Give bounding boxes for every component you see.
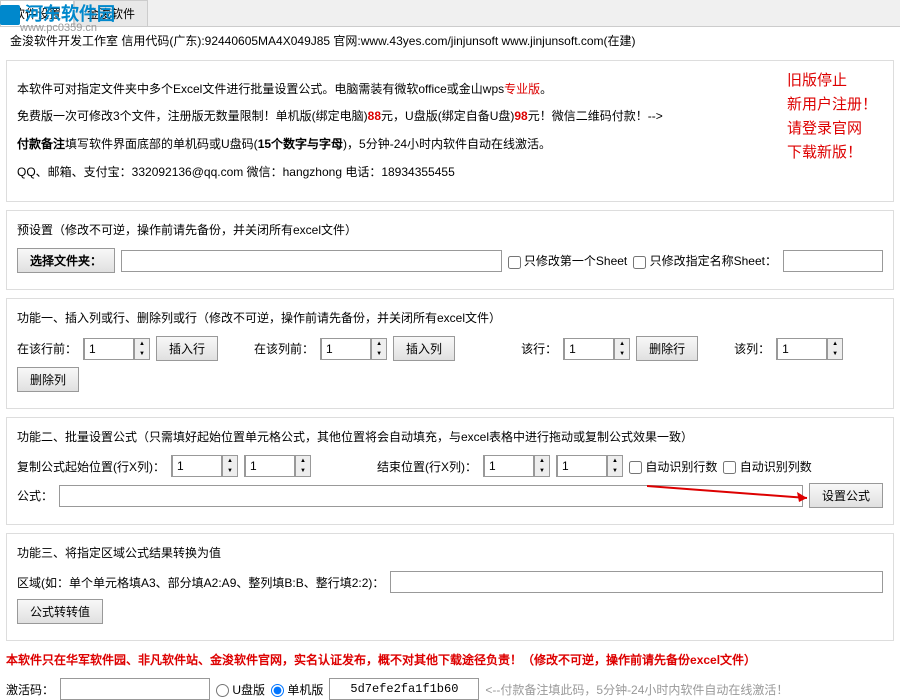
spin-down-icon[interactable]: ▼ <box>223 466 237 476</box>
header-company-info: 金浚软件开发工作室 信用代码(广东):92440605MA4X049J85 官网… <box>0 27 900 56</box>
preset-title: 预设置（修改不可逆，操作前请先备份，并关闭所有excel文件） <box>17 221 883 238</box>
notice-line-4: QQ、邮箱、支付宝：332092136@qq.com 微信：hangzhong … <box>17 162 883 184</box>
cb-named-sheet-label[interactable]: 只修改指定名称Sheet： <box>633 252 777 269</box>
cb-auto-cols[interactable] <box>723 461 736 474</box>
func3-section: 功能三、将指定区域公式结果转换为值 区域(如：单个单元格填A3、部分填A2:A9… <box>6 533 894 641</box>
machine-code-display[interactable] <box>329 678 479 700</box>
activation-code-input[interactable] <box>60 678 210 700</box>
spin-down-icon[interactable]: ▼ <box>296 466 310 476</box>
del-col-spinner[interactable]: ▲▼ <box>776 338 843 360</box>
end-col-spinner[interactable]: ▲▼ <box>556 455 623 477</box>
spin-down-icon[interactable]: ▼ <box>535 466 549 476</box>
func1-section: 功能一、插入列或行、删除列或行（修改不可逆，操作前请先备份，并关闭所有excel… <box>6 298 894 409</box>
preset-section: 预设置（修改不可逆，操作前请先备份，并关闭所有excel文件） 选择文件夹： 只… <box>6 210 894 290</box>
folder-path-input[interactable] <box>121 250 502 272</box>
start-row-spinner[interactable]: ▲▼ <box>171 455 238 477</box>
func2-title: 功能二、批量设置公式（只需填好起始位置单元格公式，其他位置将会自动填充，与exc… <box>17 428 883 445</box>
cb-named-sheet[interactable] <box>633 256 646 269</box>
spin-down-icon[interactable]: ▼ <box>135 349 149 359</box>
notice-box: 本软件可对指定文件夹中多个Excel文件进行批量设置公式。电脑需装有微软offi… <box>6 60 894 202</box>
end-pos-label: 结束位置(行X列)： <box>377 458 477 475</box>
spin-down-icon[interactable]: ▼ <box>608 466 622 476</box>
before-col-spinner[interactable]: ▲▼ <box>320 338 387 360</box>
col-label: 该列： <box>734 340 770 357</box>
row-label: 该行： <box>521 340 557 357</box>
start-pos-label: 复制公式起始位置(行X列)： <box>17 458 165 475</box>
region-label: 区域(如：单个单元格填A3、部分填A2:A9、整列填B:B、整行填2:2)： <box>17 574 384 591</box>
spin-down-icon[interactable]: ▼ <box>828 349 842 359</box>
cb-first-sheet[interactable] <box>508 256 521 269</box>
formula-input[interactable] <box>59 485 803 507</box>
tab-jinjun-software[interactable]: 金浚软件 <box>74 0 148 26</box>
delete-col-button[interactable]: 删除列 <box>17 367 79 392</box>
spin-down-icon[interactable]: ▼ <box>372 349 386 359</box>
activation-label: 激活码： <box>6 681 54 698</box>
spin-up-icon[interactable]: ▲ <box>372 339 386 349</box>
insert-row-button[interactable]: 插入行 <box>156 336 218 361</box>
bottom-warning: 本软件只在华军软件园、非凡软件站、金浚软件官网，实名认证发布，概不对其他下载途径… <box>6 651 894 668</box>
spin-up-icon[interactable]: ▲ <box>223 456 237 466</box>
side-notice: 旧版停止 新用户注册！ 请登录官网 下载新版！ <box>787 69 877 165</box>
activation-hint: <--付款备注填此码，5分钟-24小时内软件自动在线激活！ <box>485 681 788 698</box>
cb-auto-rows[interactable] <box>629 461 642 474</box>
select-folder-button[interactable]: 选择文件夹： <box>17 248 115 273</box>
before-row-spinner[interactable]: ▲▼ <box>83 338 150 360</box>
pc-version-label[interactable]: 单机版 <box>271 681 323 698</box>
usb-version-label[interactable]: U盘版 <box>216 681 265 698</box>
convert-button[interactable]: 公式转转值 <box>17 599 103 624</box>
auto-rows-label[interactable]: 自动识别行数 <box>629 458 717 475</box>
spin-up-icon[interactable]: ▲ <box>535 456 549 466</box>
formula-label: 公式： <box>17 487 53 504</box>
set-formula-button[interactable]: 设置公式 <box>809 483 883 508</box>
region-input[interactable] <box>390 571 883 593</box>
spin-up-icon[interactable]: ▲ <box>828 339 842 349</box>
notice-line-1: 本软件可对指定文件夹中多个Excel文件进行批量设置公式。电脑需装有微软offi… <box>17 79 883 101</box>
tab-bar: 软件设置 金浚软件 <box>0 0 900 27</box>
end-row-spinner[interactable]: ▲▼ <box>483 455 550 477</box>
spin-up-icon[interactable]: ▲ <box>608 456 622 466</box>
spin-up-icon[interactable]: ▲ <box>296 456 310 466</box>
insert-col-button[interactable]: 插入列 <box>393 336 455 361</box>
radio-usb-version[interactable] <box>216 684 229 697</box>
sheet-name-input[interactable] <box>783 250 883 272</box>
func2-section: 功能二、批量设置公式（只需填好起始位置单元格公式，其他位置将会自动填充，与exc… <box>6 417 894 525</box>
func3-title: 功能三、将指定区域公式结果转换为值 <box>17 544 883 561</box>
spin-up-icon[interactable]: ▲ <box>135 339 149 349</box>
start-col-spinner[interactable]: ▲▼ <box>244 455 311 477</box>
spin-up-icon[interactable]: ▲ <box>615 339 629 349</box>
radio-pc-version[interactable] <box>271 684 284 697</box>
notice-line-3: 付款备注填写软件界面底部的单机码或U盘码(15个数字与字母)，5分钟-24小时内… <box>17 134 883 156</box>
func1-title: 功能一、插入列或行、删除列或行（修改不可逆，操作前请先备份，并关闭所有excel… <box>17 309 883 326</box>
delete-row-button[interactable]: 删除行 <box>636 336 698 361</box>
del-row-spinner[interactable]: ▲▼ <box>563 338 630 360</box>
spin-down-icon[interactable]: ▼ <box>615 349 629 359</box>
before-col-label: 在该列前： <box>254 340 314 357</box>
cb-first-sheet-label[interactable]: 只修改第一个Sheet <box>508 252 628 269</box>
before-row-label: 在该行前： <box>17 340 77 357</box>
auto-cols-label[interactable]: 自动识别列数 <box>723 458 811 475</box>
notice-line-2: 免费版一次可修改3个文件，注册版无数量限制！单机版(绑定电脑)88元，U盘版(绑… <box>17 106 883 128</box>
tab-software-settings[interactable]: 软件设置 <box>0 0 74 26</box>
activation-row: 激活码： U盘版 单机版 <--付款备注填此码，5分钟-24小时内软件自动在线激… <box>6 678 894 700</box>
